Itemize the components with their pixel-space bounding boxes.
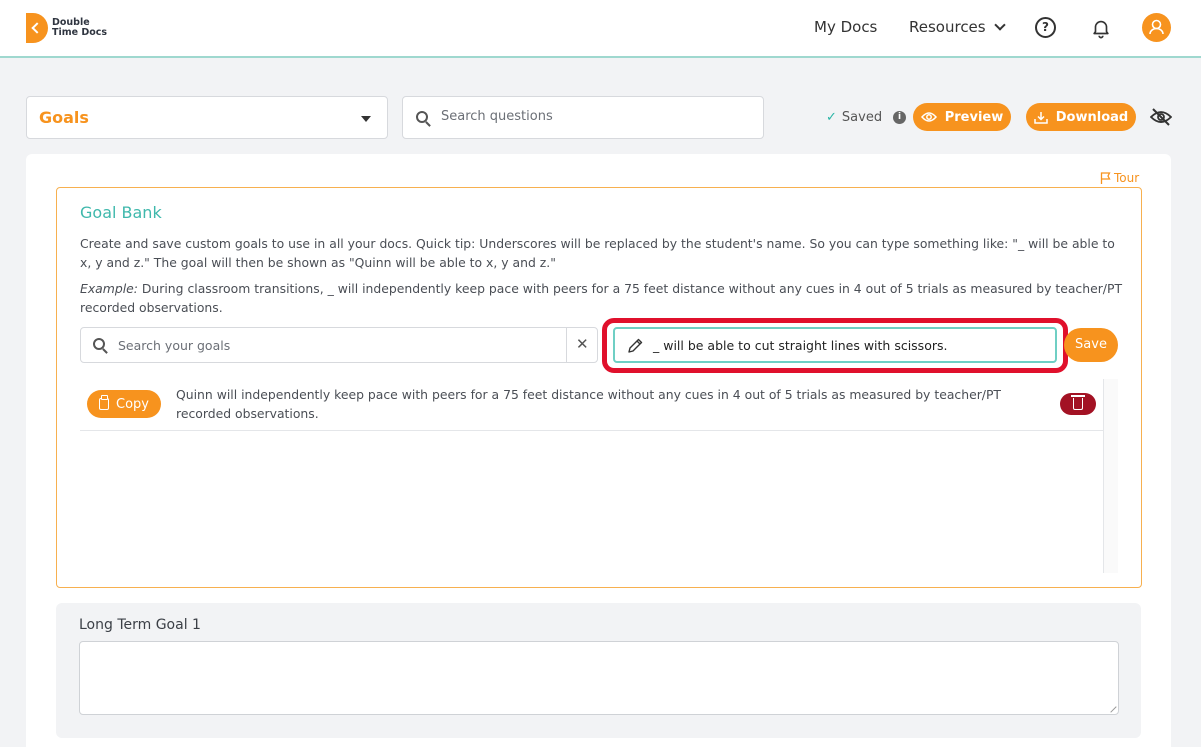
search-icon xyxy=(93,338,105,350)
section-select[interactable]: Goals xyxy=(26,96,388,139)
info-icon[interactable]: i xyxy=(893,111,907,124)
goal-bank-description: Create and save custom goals to use in a… xyxy=(80,236,1115,270)
chevron-down-icon xyxy=(993,18,1006,31)
brand-logo[interactable]: Double Time Docs xyxy=(26,13,107,43)
nav-resources[interactable]: Resources xyxy=(909,18,1006,36)
nav-resources-label: Resources xyxy=(909,18,986,36)
clear-search-button[interactable]: ✕ xyxy=(576,335,589,353)
search-goals-field[interactable]: ✕ xyxy=(80,327,598,363)
check-icon: ✓ xyxy=(826,110,837,125)
caret-down-icon xyxy=(361,116,371,122)
section-select-value: Goals xyxy=(39,108,89,127)
tour-label: Tour xyxy=(1114,171,1140,185)
nav-my-docs[interactable]: My Docs xyxy=(814,18,877,36)
delete-goal-button[interactable] xyxy=(1060,393,1096,415)
trash-icon xyxy=(1071,395,1085,410)
search-questions-input[interactable] xyxy=(441,109,741,124)
eye-off-icon[interactable] xyxy=(1150,108,1172,126)
search-questions-field[interactable] xyxy=(402,96,764,139)
goal-bank-title: Goal Bank xyxy=(80,203,162,222)
eye-icon xyxy=(920,112,937,122)
top-navbar: Double Time Docs My Docs Resources ? xyxy=(0,0,1201,58)
saved-status: ✓ Saved i xyxy=(826,110,907,125)
download-label: Download xyxy=(1055,109,1129,125)
long-term-goal-textarea[interactable] xyxy=(79,641,1119,715)
clipboard-icon xyxy=(99,395,109,410)
new-goal-input[interactable]: _ will be able to cut straight lines wit… xyxy=(613,327,1057,363)
copy-goal-button[interactable]: Copy xyxy=(87,390,161,418)
tour-link[interactable]: Tour xyxy=(1100,171,1139,185)
user-avatar[interactable] xyxy=(1142,13,1171,42)
flag-icon xyxy=(1100,172,1111,184)
goal-text: Quinn will independently keep pace with … xyxy=(176,387,1002,421)
divider xyxy=(566,328,567,362)
long-term-goal-label: Long Term Goal 1 xyxy=(79,617,201,633)
saved-label: Saved xyxy=(841,110,883,125)
new-goal-value: _ will be able to cut straight lines wit… xyxy=(653,338,948,353)
search-icon xyxy=(416,111,428,123)
bell-icon[interactable] xyxy=(1090,17,1112,39)
copy-label: Copy xyxy=(116,396,149,412)
preview-label: Preview xyxy=(944,109,1004,125)
user-icon xyxy=(1149,19,1164,35)
goal-bank-example: Example: During classroom transitions, _… xyxy=(80,279,1125,317)
search-goals-input[interactable] xyxy=(118,338,558,353)
logo-icon xyxy=(26,13,48,43)
pencil-icon xyxy=(628,338,643,353)
save-goal-button[interactable]: Save xyxy=(1064,328,1118,362)
example-label: Example: xyxy=(80,281,138,296)
brand-line-2: Time Docs xyxy=(52,27,108,38)
goal-list-scrollbar[interactable] xyxy=(1103,379,1118,573)
example-text: During classroom transitions, _ will ind… xyxy=(80,281,1123,315)
preview-button[interactable]: Preview xyxy=(913,103,1011,131)
download-icon xyxy=(1034,111,1048,124)
help-icon[interactable]: ? xyxy=(1035,17,1056,38)
download-button[interactable]: Download xyxy=(1026,103,1136,131)
